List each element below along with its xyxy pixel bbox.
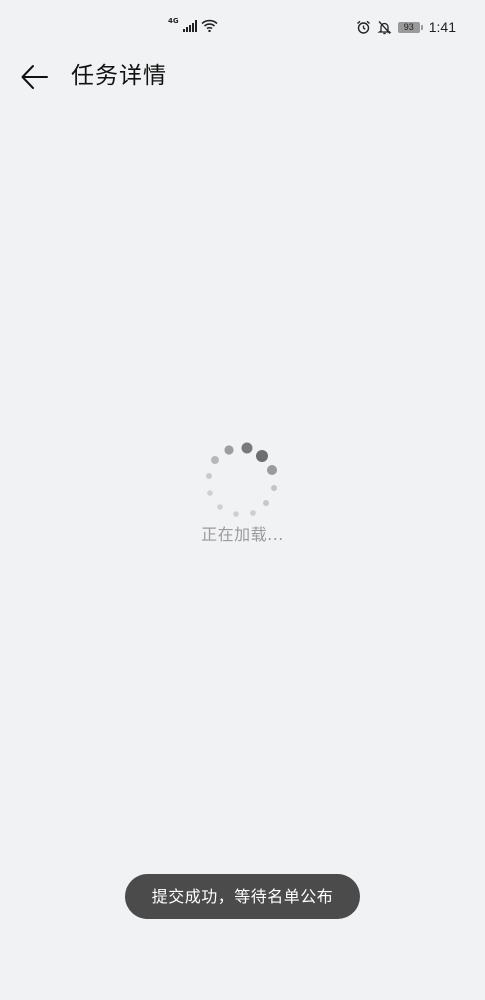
wifi-icon (201, 19, 218, 32)
network-type-label: 4G (168, 16, 179, 25)
clock: 1:41 (428, 19, 456, 35)
battery-icon: 93 (397, 21, 423, 33)
signal-icon (182, 19, 197, 32)
status-bar: 4G 93 1:41 (0, 0, 485, 56)
header: 任务详情 (0, 56, 485, 96)
back-button[interactable] (18, 60, 52, 94)
battery-level: 93 (397, 21, 420, 33)
page-title: 任务详情 (71, 63, 167, 89)
network-indicators: 4G (168, 16, 218, 32)
mute-bell-icon (377, 20, 392, 34)
loading-spinner-icon (206, 442, 277, 517)
arrow-left-icon (21, 65, 48, 89)
toast-message: 提交成功，等待名单公布 (125, 874, 360, 919)
alarm-icon (356, 20, 370, 34)
status-right: 93 1:41 (356, 19, 456, 35)
loading-text: 正在加载... (201, 525, 284, 544)
